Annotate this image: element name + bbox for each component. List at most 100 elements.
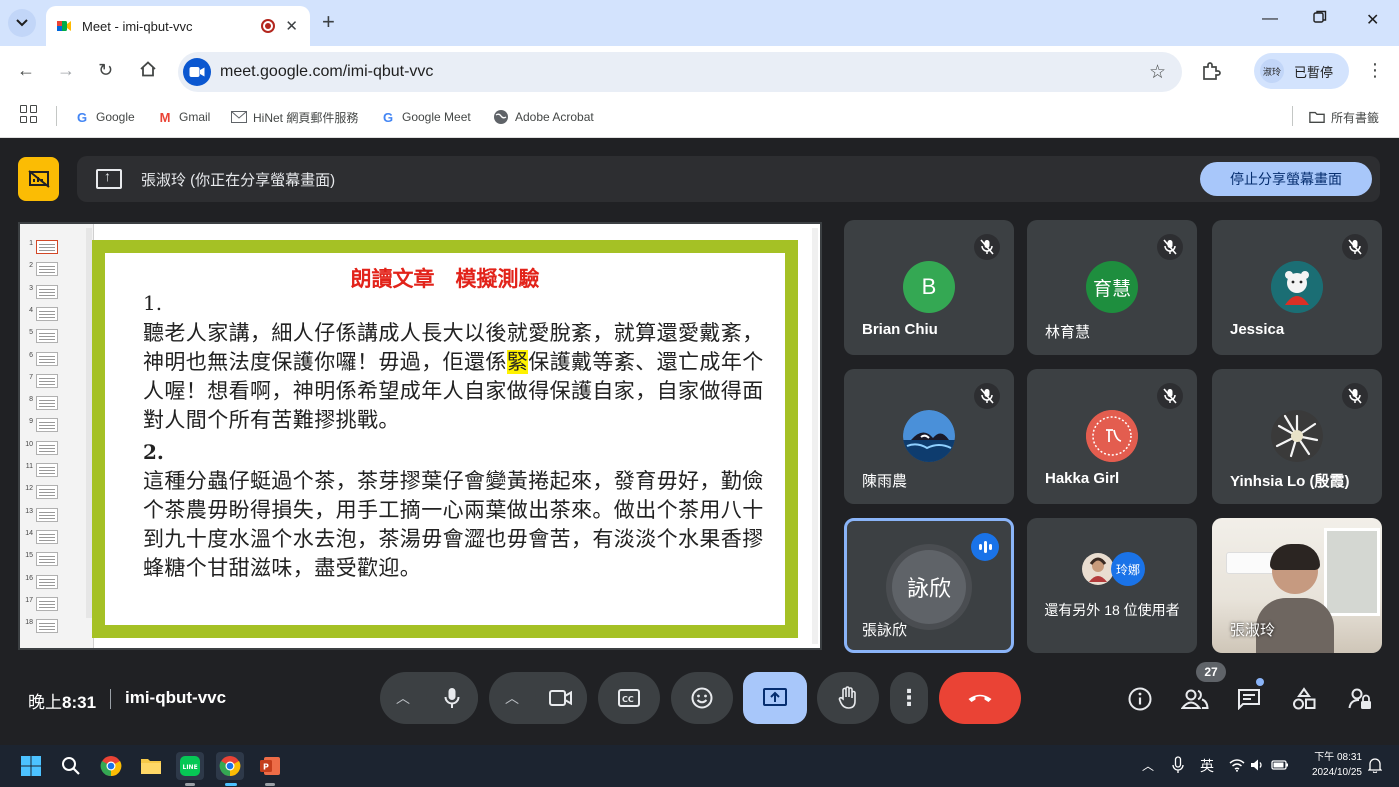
site-info-icon[interactable] bbox=[183, 58, 211, 86]
more-vert-icon: ⋮ bbox=[898, 685, 920, 710]
participant-tile[interactable]: 育慧 林育慧 bbox=[1027, 220, 1197, 355]
chat-button[interactable] bbox=[1234, 684, 1264, 714]
present-screen-button[interactable] bbox=[743, 672, 807, 724]
globe-icon bbox=[493, 109, 509, 125]
bookmark-gmail[interactable]: M Gmail bbox=[157, 106, 211, 128]
input-method-indicator[interactable]: 英 bbox=[1200, 756, 1214, 776]
slide-thumbnail[interactable]: 16 bbox=[23, 574, 83, 595]
windows-icon bbox=[21, 756, 41, 776]
new-tab-icon[interactable]: + bbox=[322, 9, 335, 35]
all-bookmarks-button[interactable]: 所有書籤 bbox=[1309, 106, 1379, 128]
captions-button[interactable]: CC bbox=[598, 672, 660, 724]
volume-icon[interactable] bbox=[1250, 758, 1264, 777]
reload-icon[interactable]: ↻ bbox=[98, 60, 113, 81]
taskbar-chrome[interactable] bbox=[97, 752, 125, 780]
slide-thumbnail[interactable]: 17 bbox=[23, 596, 83, 617]
slide-thumbnail[interactable]: 8 bbox=[23, 396, 83, 416]
participant-tile[interactable]: Jessica bbox=[1212, 220, 1382, 355]
taskbar-powerpoint[interactable]: P bbox=[256, 752, 284, 780]
meet-stage: 張淑玲 (你正在分享螢幕畫面) 停止分享螢幕畫面 123456789101112… bbox=[0, 138, 1399, 745]
camera-icon bbox=[549, 690, 572, 706]
audio-options-chevron-icon[interactable]: ︿ bbox=[380, 672, 426, 724]
slide-thumbnail[interactable]: 5 bbox=[23, 329, 83, 349]
wifi-icon[interactable] bbox=[1229, 758, 1245, 777]
participant-avatar-image bbox=[1271, 261, 1323, 313]
forward-arrow-icon[interactable]: → bbox=[57, 60, 75, 81]
slide-thumbnail-number: 3 bbox=[29, 284, 33, 292]
slide-thumbnail-image bbox=[36, 284, 58, 299]
apps-grid-icon[interactable] bbox=[20, 105, 38, 123]
mic-button[interactable] bbox=[426, 672, 478, 724]
slide-thumbnail[interactable]: 3 bbox=[23, 284, 83, 305]
slide-thumbnail[interactable]: 2 bbox=[23, 262, 83, 282]
activities-button[interactable] bbox=[1289, 684, 1319, 714]
notification-bell-icon[interactable] bbox=[1367, 757, 1383, 778]
mic-off-icon bbox=[974, 383, 1000, 409]
others-avatars: 玲娜 bbox=[1081, 552, 1145, 586]
bookmark-star-icon[interactable]: ☆ bbox=[1149, 61, 1166, 84]
slide-thumbnail[interactable]: 4 bbox=[23, 306, 83, 327]
leave-call-button[interactable] bbox=[939, 672, 1021, 724]
slide-thumbnail[interactable]: 18 bbox=[23, 619, 83, 639]
home-icon[interactable] bbox=[139, 60, 157, 83]
reactions-button[interactable] bbox=[671, 672, 733, 724]
camera-button[interactable] bbox=[535, 672, 587, 724]
search-button[interactable] bbox=[57, 752, 85, 780]
minimize-icon[interactable]: — bbox=[1262, 10, 1278, 28]
stop-sharing-button[interactable]: 停止分享螢幕畫面 bbox=[1200, 162, 1372, 196]
window-close-icon[interactable]: ✕ bbox=[1366, 10, 1379, 30]
shared-screen: 1 2 3 4 5 6 7 8 9 10 11 12 13 14 15 16 17 18 朗讀文章 模擬測驗 1.… bbox=[18, 222, 822, 650]
bookmark-hinet[interactable]: HiNet 網頁郵件服務 bbox=[231, 106, 358, 128]
video-options-chevron-icon[interactable]: ︿ bbox=[489, 672, 535, 724]
tab-search-button[interactable] bbox=[8, 9, 36, 37]
slide-thumbnail-image bbox=[36, 418, 58, 433]
taskbar-file-explorer[interactable] bbox=[137, 752, 165, 780]
taskbar-line[interactable]: LINE bbox=[176, 752, 204, 780]
bookmark-google-meet[interactable]: G Google Meet bbox=[380, 106, 471, 128]
slide-thumbnail[interactable]: 7 bbox=[23, 373, 83, 394]
show-hidden-icons-chevron-icon[interactable]: ︿ bbox=[1142, 757, 1154, 774]
back-arrow-icon[interactable]: ← bbox=[17, 60, 35, 81]
other-participants-tile[interactable]: 玲娜 還有另外 18 位使用者 bbox=[1027, 518, 1197, 653]
more-options-button[interactable]: ⋮ bbox=[890, 672, 928, 724]
slide-thumbnail[interactable]: 6 bbox=[23, 351, 83, 372]
host-controls-button[interactable] bbox=[1345, 684, 1375, 714]
active-speaker-tile[interactable]: 詠欣 張詠欣 bbox=[844, 518, 1014, 653]
participant-tile[interactable]: Yinhsia Lo (殷霞) bbox=[1212, 369, 1382, 504]
start-button[interactable] bbox=[17, 752, 45, 780]
participant-name: Jessica bbox=[1230, 321, 1285, 338]
slide-thumbnail[interactable]: 13 bbox=[23, 507, 83, 528]
slide-thumbnail[interactable]: 11 bbox=[23, 463, 83, 483]
microphone-tray-icon[interactable] bbox=[1172, 756, 1184, 779]
self-video-tile[interactable]: 張淑玲 bbox=[1212, 518, 1382, 653]
browser-menu-icon[interactable]: ⋮ bbox=[1366, 60, 1384, 81]
presentation-tile[interactable] bbox=[18, 157, 59, 201]
slide-scrollbar[interactable] bbox=[812, 228, 818, 644]
meeting-details-button[interactable] bbox=[1125, 684, 1155, 714]
people-button[interactable] bbox=[1180, 684, 1210, 714]
profile-button[interactable]: 淑玲 已暫停 bbox=[1254, 53, 1349, 89]
clock-date: 2024/10/25 bbox=[1311, 767, 1362, 778]
bookmark-google[interactable]: G Google bbox=[74, 106, 135, 128]
taskbar-chrome-active[interactable] bbox=[216, 752, 244, 780]
slide-thumbnail[interactable]: 15 bbox=[23, 552, 83, 572]
restore-icon[interactable] bbox=[1313, 10, 1327, 29]
extensions-icon[interactable] bbox=[1200, 60, 1222, 82]
running-indicator bbox=[265, 783, 275, 786]
battery-icon[interactable] bbox=[1271, 758, 1289, 777]
system-clock[interactable]: 下午 08:31 2024/10/25 bbox=[1300, 750, 1362, 780]
slide-thumbnail[interactable]: 9 bbox=[23, 418, 83, 438]
participant-tile[interactable]: B Brian Chiu bbox=[844, 220, 1014, 355]
raise-hand-button[interactable] bbox=[817, 672, 879, 724]
participant-tile[interactable]: 陳雨農 bbox=[844, 369, 1014, 504]
browser-tab-meet[interactable]: Meet - imi-qbut-vvc ✕ bbox=[46, 6, 310, 46]
address-bar[interactable]: meet.google.com/imi-qbut-vvc ☆ bbox=[178, 52, 1182, 92]
slide-thumbnail[interactable]: 12 bbox=[23, 485, 83, 505]
participant-tile[interactable]: Hakka Girl bbox=[1027, 369, 1197, 504]
tab-close-icon[interactable]: ✕ bbox=[285, 17, 298, 35]
slide-thumbnail[interactable]: 10 bbox=[23, 440, 83, 461]
slide-thumbnail[interactable]: 1 bbox=[23, 240, 83, 260]
slide-thumbnail[interactable]: 14 bbox=[23, 529, 83, 550]
bookmark-adobe-acrobat[interactable]: Adobe Acrobat bbox=[493, 106, 594, 128]
lock-person-icon bbox=[1348, 688, 1371, 709]
